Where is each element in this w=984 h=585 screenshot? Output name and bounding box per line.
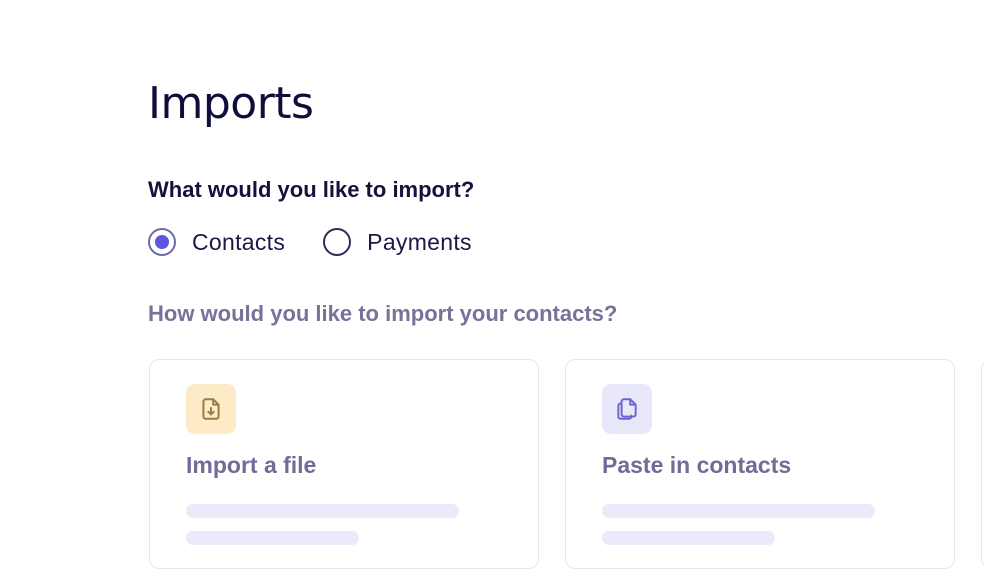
radio-selected-dot xyxy=(155,235,169,249)
radio-label-contacts[interactable]: Contacts xyxy=(192,229,285,256)
import-method-question: How would you like to import your contac… xyxy=(148,301,618,326)
radio-label-payments[interactable]: Payments xyxy=(367,229,472,256)
import-file-title: Import a file xyxy=(186,452,317,478)
radio-button-payments[interactable] xyxy=(323,228,352,256)
import-type-radio-group: Contacts Payments xyxy=(148,228,510,256)
radio-option-contacts[interactable]: Contacts xyxy=(148,228,285,256)
page-title: Imports xyxy=(148,78,314,129)
paste-contacts-icon-box xyxy=(602,384,652,434)
radio-option-payments[interactable]: Payments xyxy=(323,228,472,256)
file-download-icon xyxy=(202,398,220,420)
skeleton-line xyxy=(186,531,359,545)
radio-button-contacts[interactable] xyxy=(148,228,176,256)
import-type-question: What would you like to import? xyxy=(148,177,475,202)
copy-documents-icon xyxy=(617,398,637,420)
skeleton-line xyxy=(602,504,875,518)
paste-contacts-title: Paste in contacts xyxy=(602,452,792,478)
imports-page: Imports What would you like to import? C… xyxy=(0,0,984,585)
skeleton-line xyxy=(186,504,459,518)
import-file-icon-box xyxy=(186,384,236,434)
skeleton-line xyxy=(602,531,775,545)
import-file-card[interactable]: Import a file xyxy=(149,359,539,569)
paste-contacts-card[interactable]: Paste in contacts xyxy=(565,359,955,569)
